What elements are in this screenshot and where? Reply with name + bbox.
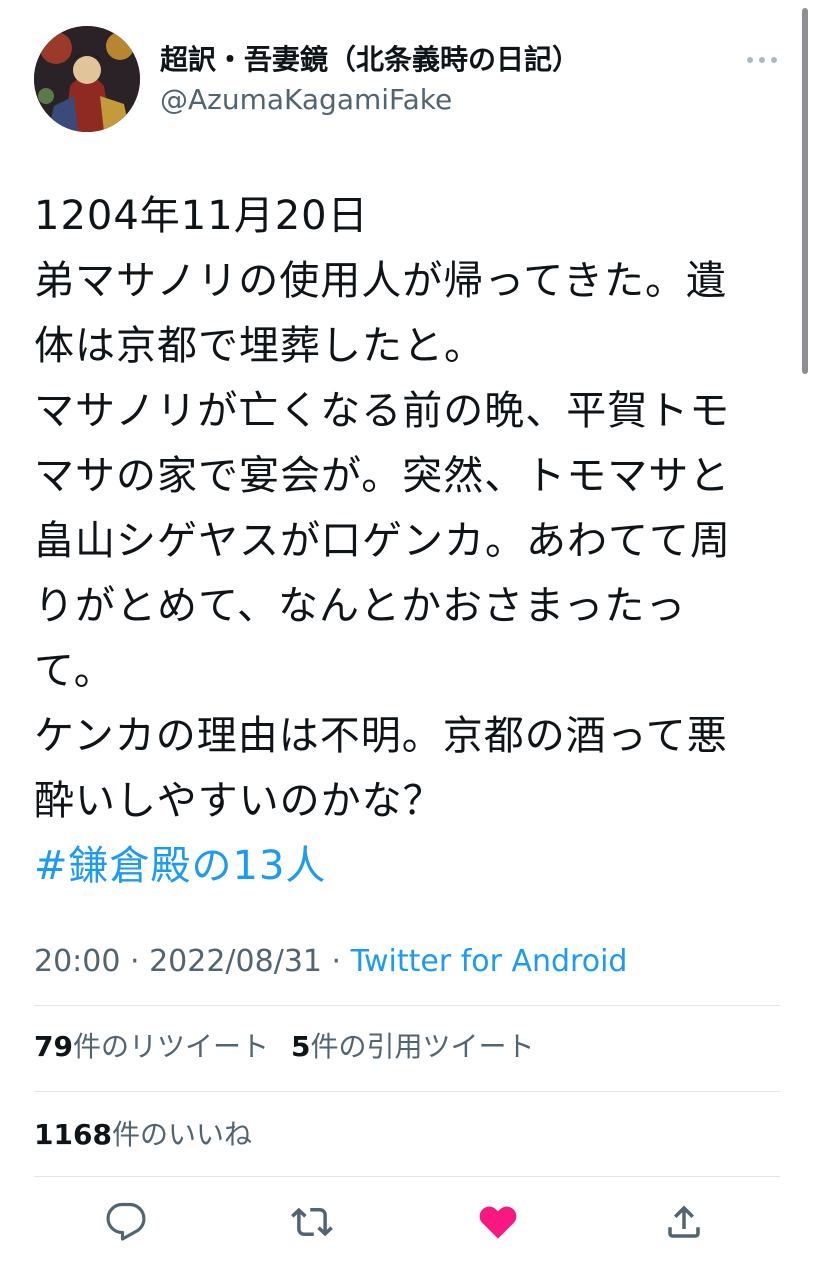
divider — [34, 1091, 780, 1092]
author-handle[interactable]: @AzumaKagamiFake — [160, 80, 452, 120]
hashtag-link[interactable]: #鎌倉殿の13人 — [34, 834, 774, 899]
likes-count: 1168 — [34, 1118, 112, 1151]
tweet-meta: 20:00 · 2022/08/31 · Twitter for Android — [34, 940, 627, 984]
tweet-line: りがとめて、なんとかおさまったっ — [34, 583, 687, 629]
like-icon — [479, 1206, 517, 1239]
like-button[interactable] — [472, 1196, 524, 1248]
tweet-line: 酔いしやすいのかな？ — [34, 778, 444, 824]
author-display-name[interactable]: 超訳・吾妻鏡（北条義時の日記） — [160, 40, 580, 80]
quotes-stat[interactable]: 5件の引用ツイート — [291, 1030, 535, 1063]
tweet-actions-bar — [0, 1196, 814, 1248]
reply-button[interactable] — [100, 1196, 152, 1248]
meta-separator: · — [120, 944, 150, 979]
engagement-stats-row: 79件のリツイート 5件の引用ツイート — [34, 1027, 534, 1067]
avatar[interactable] — [34, 26, 140, 132]
retweets-count: 79 — [34, 1030, 73, 1063]
more-options-icon[interactable] — [742, 44, 782, 76]
tweet-line: 弟マサノリの使用人が帰ってきた。遺 — [34, 258, 727, 304]
avatar-image — [34, 26, 140, 132]
share-button[interactable] — [658, 1196, 710, 1248]
tweet-line: マサの家で宴会が。突然、トモマサと — [34, 453, 731, 499]
tweet-line: 体は京都で埋葬したと。 — [34, 323, 485, 369]
likes-label: 件のいいね — [111, 1118, 252, 1151]
tweet-line: 1204年11月20日 — [34, 193, 369, 239]
retweet-icon — [291, 1207, 333, 1237]
tweet-line: て。 — [34, 648, 115, 694]
likes-stat[interactable]: 1168件のいいね — [34, 1118, 252, 1151]
tweet-text: 1204年11月20日 弟マサノリの使用人が帰ってきた。遺 体は京都で埋葬したと… — [34, 184, 774, 899]
reply-icon — [106, 1202, 146, 1241]
scrollbar[interactable] — [802, 8, 808, 374]
likes-stat-row: 1168件のいいね — [34, 1115, 252, 1155]
tweet-line: マサノリが亡くなる前の晩、平賀トモ — [34, 388, 731, 434]
tweet-source-link[interactable]: Twitter for Android — [351, 944, 628, 979]
retweet-button[interactable] — [286, 1196, 338, 1248]
retweets-label: 件のリツイート — [72, 1030, 269, 1063]
share-icon — [668, 1205, 700, 1238]
tweet-date[interactable]: 2022/08/31 — [149, 944, 322, 979]
quotes-label: 件の引用ツイート — [310, 1030, 535, 1063]
tweet-line: 畠山シゲヤスが口ゲンカ。あわてて周 — [34, 518, 731, 564]
quotes-count: 5 — [290, 1030, 311, 1063]
divider — [34, 1176, 780, 1177]
tweet-line: ケンカの理由は不明。京都の酒って悪 — [34, 713, 728, 759]
divider — [34, 1005, 780, 1006]
retweets-stat[interactable]: 79件のリツイート — [34, 1030, 269, 1063]
meta-separator: · — [322, 944, 351, 979]
tweet-time[interactable]: 20:00 — [34, 944, 120, 979]
